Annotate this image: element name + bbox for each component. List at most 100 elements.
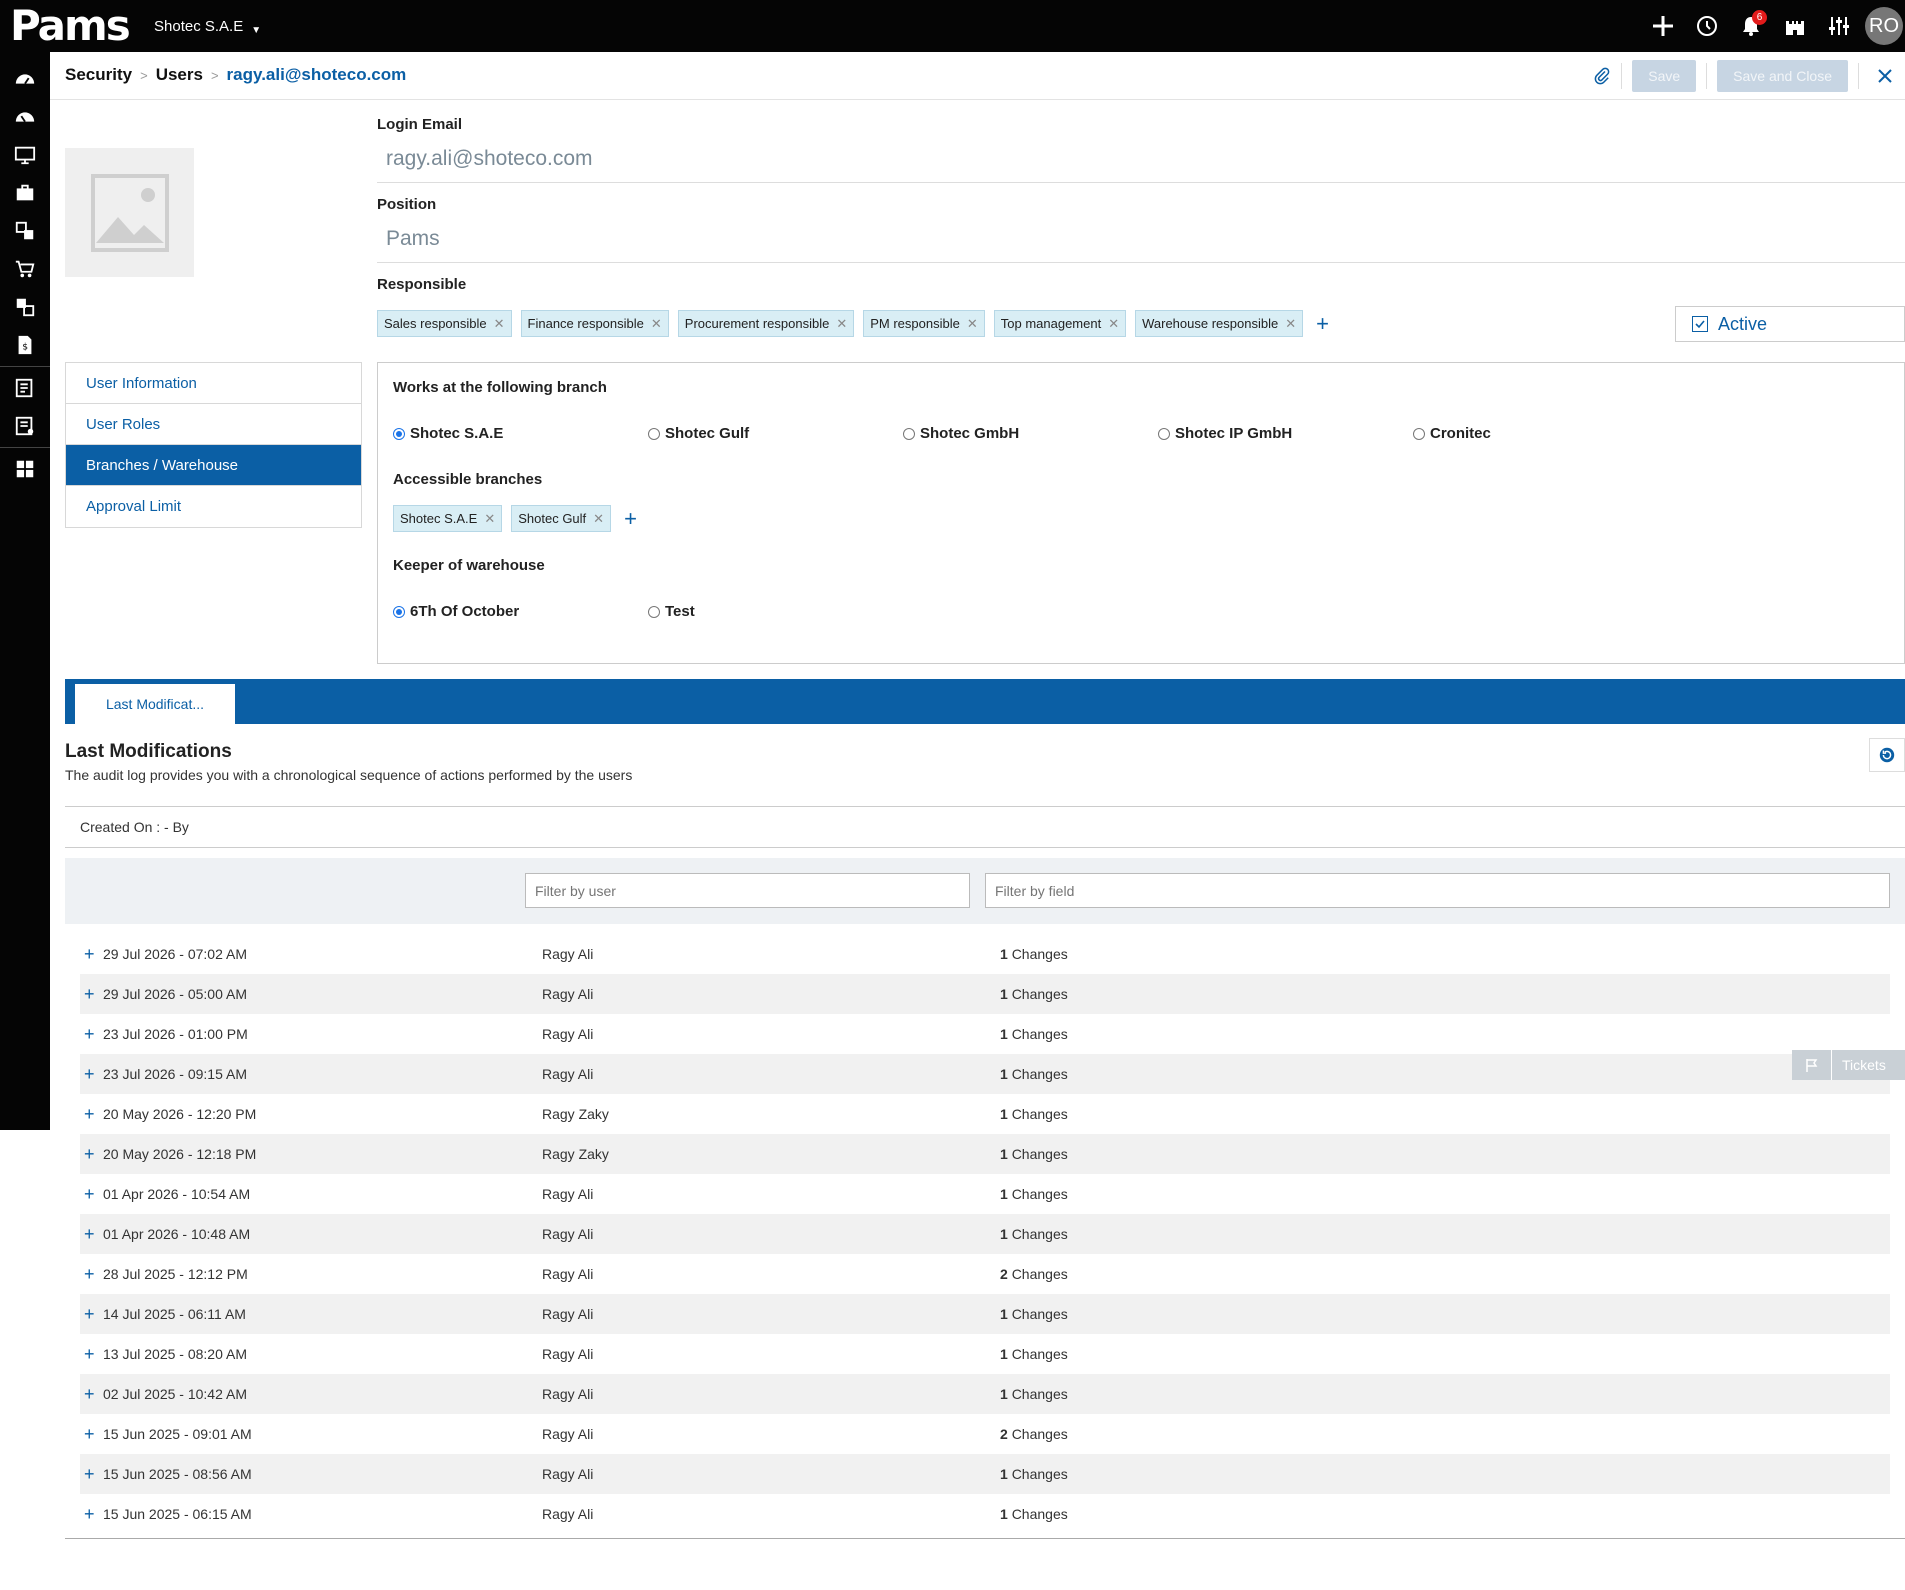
expand-plus-icon[interactable]: + (84, 1264, 98, 1285)
remove-icon[interactable]: ✕ (1108, 316, 1119, 332)
list-bottom-divider (65, 1538, 1905, 1539)
expand-plus-icon[interactable]: + (84, 1304, 98, 1325)
radio-branch[interactable]: Shotec Gulf (648, 425, 903, 442)
table-row[interactable]: +15 Jun 2025 - 09:01 AM Ragy Ali 2 Changes (80, 1414, 1890, 1454)
remove-icon[interactable]: ✕ (1285, 316, 1296, 332)
table-row[interactable]: +13 Jul 2025 - 08:20 AM Ragy Ali 1 Changes (80, 1334, 1890, 1374)
row-user: Ragy Ali (542, 1306, 594, 1322)
expand-plus-icon[interactable]: + (84, 1144, 98, 1165)
radio-icon (1158, 427, 1170, 440)
transfer-icon[interactable] (0, 212, 50, 250)
radio-warehouse[interactable]: 6Th Of October (393, 603, 648, 620)
expand-plus-icon[interactable]: + (84, 1224, 98, 1245)
changes-count: 1 (1000, 1506, 1008, 1522)
user-avatar[interactable]: RO (1865, 7, 1903, 45)
add-branch-plus-icon[interactable]: + (624, 507, 637, 530)
save-button[interactable]: Save (1632, 60, 1697, 92)
table-row[interactable]: +23 Jul 2026 - 01:00 PM Ragy Ali 1 Changes (80, 1014, 1890, 1054)
close-icon[interactable] (1865, 60, 1905, 92)
sidenav-item-branches-warehouse[interactable]: Branches / Warehouse (66, 445, 361, 486)
remove-icon[interactable]: ✕ (836, 316, 847, 332)
responsible-tag: Warehouse responsible ✕ (1135, 310, 1304, 337)
sidenav-item-user-information[interactable]: User Information (66, 363, 361, 404)
grid-icon[interactable] (0, 450, 50, 488)
expand-plus-icon[interactable]: + (84, 1064, 98, 1085)
row-changes: 1 Changes (1000, 1026, 1068, 1042)
tickets-button[interactable]: Tickets (1792, 1050, 1905, 1080)
invoice-icon[interactable]: $ (0, 326, 50, 364)
sidenav-item-user-roles[interactable]: User Roles (66, 404, 361, 445)
expand-plus-icon[interactable]: + (84, 1184, 98, 1205)
expand-plus-icon[interactable]: + (84, 1384, 98, 1405)
monitor-icon[interactable] (0, 136, 50, 174)
radio-icon (648, 605, 660, 618)
expand-plus-icon[interactable]: + (84, 944, 98, 965)
table-row[interactable]: +14 Jul 2025 - 06:11 AM Ragy Ali 1 Changes (80, 1294, 1890, 1334)
radio-branch[interactable]: Shotec S.A.E (393, 425, 648, 442)
paperclip-icon[interactable] (1593, 67, 1611, 85)
remove-icon[interactable]: ✕ (494, 316, 505, 332)
expand-plus-icon[interactable]: + (84, 1464, 98, 1485)
table-row[interactable]: +01 Apr 2026 - 10:48 AM Ragy Ali 1 Changes (80, 1214, 1890, 1254)
tag-label: Finance responsible (527, 316, 644, 331)
login-email-label: Login Email (377, 116, 463, 133)
table-row[interactable]: +29 Jul 2026 - 05:00 AM Ragy Ali 1 Changes (80, 974, 1890, 1014)
save-and-close-button[interactable]: Save and Close (1717, 60, 1848, 92)
exchange-icon[interactable] (0, 288, 50, 326)
bell-icon[interactable]: 6 (1729, 0, 1773, 52)
active-checkbox[interactable]: Active (1675, 306, 1905, 342)
remove-icon[interactable]: ✕ (651, 316, 662, 332)
plus-icon[interactable] (1641, 0, 1685, 52)
filter-by-user-input[interactable] (525, 873, 970, 908)
checklist-icon[interactable] (0, 369, 50, 407)
dashboard-icon[interactable] (0, 60, 50, 98)
radio-warehouse[interactable]: Test (648, 603, 903, 620)
breadcrumb-security[interactable]: Security (65, 65, 132, 85)
expand-plus-icon[interactable]: + (84, 1504, 98, 1525)
login-email-field[interactable]: ragy.ali@shoteco.com (377, 139, 1905, 183)
tab-last-modifications[interactable]: Last Modificat... (75, 684, 235, 724)
filter-by-field-input[interactable] (985, 873, 1890, 908)
user-photo-placeholder[interactable] (65, 148, 194, 277)
company-selector[interactable]: Shotec S.A.E ▼ (154, 18, 261, 36)
remove-icon[interactable]: ✕ (593, 511, 604, 527)
radio-branch[interactable]: Cronitec (1413, 425, 1668, 442)
row-changes: 1 Changes (1000, 946, 1068, 962)
table-row[interactable]: +23 Jul 2026 - 09:15 AM Ragy Ali 1 Changes (80, 1054, 1890, 1094)
expand-plus-icon[interactable]: + (84, 1424, 98, 1445)
keeper-warehouse-title: Keeper of warehouse (393, 557, 545, 574)
table-row[interactable]: +02 Jul 2025 - 10:42 AM Ragy Ali 1 Changes (80, 1374, 1890, 1414)
works-branch-options: Shotec S.A.E Shotec Gulf Shotec GmbH Sho… (393, 425, 1668, 442)
add-responsible-plus-icon[interactable]: + (1316, 312, 1329, 335)
cart-icon[interactable] (0, 250, 50, 288)
breadcrumb-users[interactable]: Users (156, 65, 203, 85)
app-logo[interactable]: Pams (10, 4, 131, 48)
changes-count: 1 (1000, 1026, 1008, 1042)
history-icon[interactable] (1685, 0, 1729, 52)
changes-count: 1 (1000, 1386, 1008, 1402)
dashboard-alt-icon[interactable] (0, 98, 50, 136)
radio-branch[interactable]: Shotec IP GmbH (1158, 425, 1413, 442)
radio-branch[interactable]: Shotec GmbH (903, 425, 1158, 442)
castle-icon[interactable] (1773, 0, 1817, 52)
expand-plus-icon[interactable]: + (84, 1104, 98, 1125)
report-icon[interactable] (0, 407, 50, 445)
briefcase-icon[interactable] (0, 174, 50, 212)
table-row[interactable]: +15 Jun 2025 - 06:15 AM Ragy Ali 1 Changes (80, 1494, 1890, 1534)
refresh-button[interactable] (1869, 738, 1905, 772)
remove-icon[interactable]: ✕ (484, 511, 495, 527)
table-row[interactable]: +28 Jul 2025 - 12:12 PM Ragy Ali 2 Changes (80, 1254, 1890, 1294)
expand-plus-icon[interactable]: + (84, 984, 98, 1005)
breadcrumb-record[interactable]: ragy.ali@shoteco.com (227, 65, 407, 85)
table-row[interactable]: +29 Jul 2026 - 07:02 AM Ragy Ali 1 Changes (80, 934, 1890, 974)
sidenav-item-approval-limit[interactable]: Approval Limit (66, 486, 361, 527)
table-row[interactable]: +15 Jun 2025 - 08:56 AM Ragy Ali 1 Changes (80, 1454, 1890, 1494)
table-row[interactable]: +20 May 2026 - 12:18 PM Ragy Zaky 1 Change… (80, 1134, 1890, 1174)
table-row[interactable]: +20 May 2026 - 12:20 PM Ragy Zaky 1 Change… (80, 1094, 1890, 1134)
position-field[interactable]: Pams (377, 219, 1905, 263)
remove-icon[interactable]: ✕ (967, 316, 978, 332)
expand-plus-icon[interactable]: + (84, 1344, 98, 1365)
expand-plus-icon[interactable]: + (84, 1024, 98, 1045)
sliders-icon[interactable] (1817, 0, 1861, 52)
table-row[interactable]: +01 Apr 2026 - 10:54 AM Ragy Ali 1 Changes (80, 1174, 1890, 1214)
